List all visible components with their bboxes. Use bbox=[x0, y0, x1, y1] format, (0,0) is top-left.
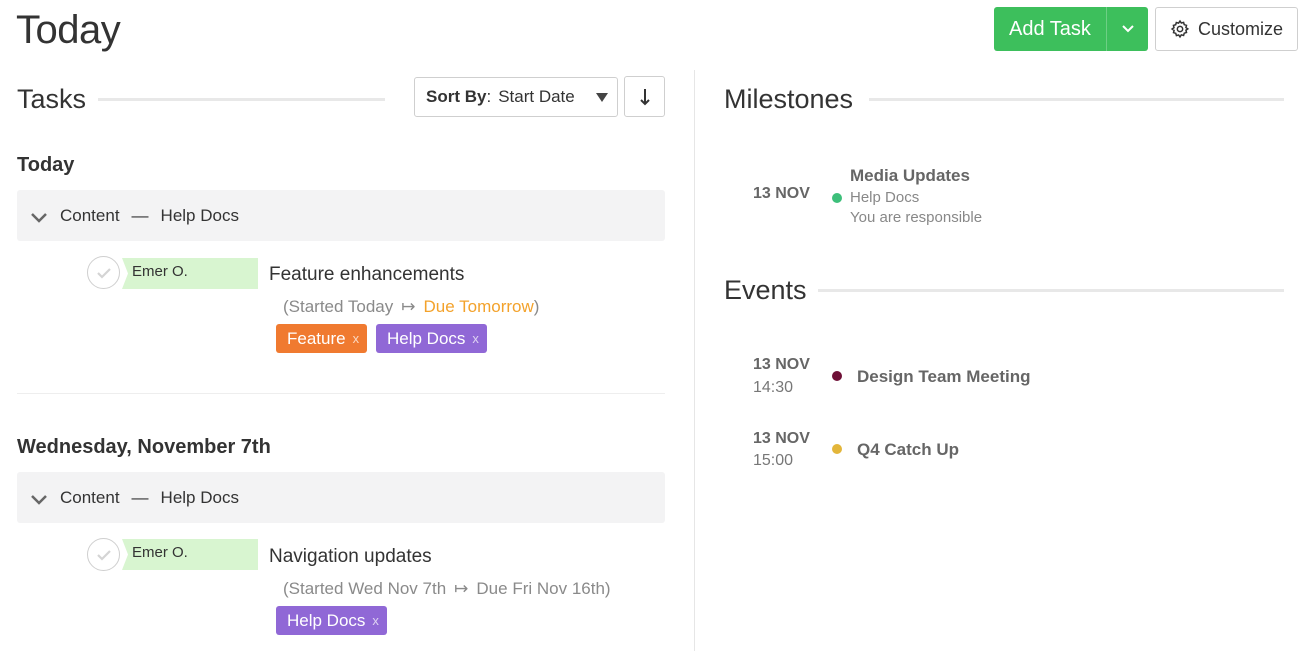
task-dates-close: ) bbox=[533, 297, 540, 316]
task-dates: (Started Wed Nov 7th ↦ Due Fri Nov 16th) bbox=[283, 579, 611, 599]
project-name: Content bbox=[60, 487, 120, 507]
subproject-name: Help Docs bbox=[160, 487, 239, 507]
page-title: Today bbox=[16, 8, 121, 52]
arrow-right-icon: ↦ bbox=[454, 579, 469, 598]
task-name[interactable]: Navigation updates bbox=[269, 546, 432, 568]
task-complete-checkbox[interactable] bbox=[87, 538, 120, 571]
event-color-dot bbox=[832, 444, 842, 454]
milestones-heading: Milestones bbox=[724, 84, 854, 114]
sort-by-select[interactable]: Sort By: Start Date bbox=[414, 77, 618, 117]
task-complete-checkbox[interactable] bbox=[87, 256, 120, 289]
arrow-right-icon: ↦ bbox=[401, 297, 416, 316]
task-start: (Started Today bbox=[283, 297, 394, 316]
sort-by-value: Start Date bbox=[498, 87, 575, 106]
task-name[interactable]: Feature enhancements bbox=[269, 264, 464, 286]
milestone-title[interactable]: Media Updates bbox=[850, 166, 970, 186]
event-time: 15:00 bbox=[753, 452, 794, 469]
events-heading: Events bbox=[724, 275, 807, 305]
assignee-tag[interactable]: Emer O. bbox=[122, 539, 258, 570]
tasks-heading-rule bbox=[98, 98, 385, 101]
dropdown-triangle-icon bbox=[596, 93, 608, 102]
chevron-down-icon bbox=[30, 212, 47, 223]
project-separator: — bbox=[131, 487, 149, 507]
add-task-dropdown[interactable] bbox=[1107, 24, 1148, 34]
tag-label: Feature bbox=[287, 328, 346, 348]
sort-by-label: Sort By bbox=[426, 87, 487, 106]
tag-remove-button[interactable]: x bbox=[372, 613, 379, 628]
task-start: (Started Wed Nov 7th bbox=[283, 579, 447, 598]
group-divider bbox=[17, 393, 665, 394]
tag-label: Help Docs bbox=[287, 610, 366, 630]
add-task-label: Add Task bbox=[1009, 17, 1091, 40]
event-color-dot bbox=[832, 371, 842, 381]
milestone-note: You are responsible bbox=[850, 209, 983, 226]
subproject-name: Help Docs bbox=[160, 205, 239, 225]
assignee-tag[interactable]: Emer O. bbox=[122, 258, 258, 289]
event-date: 13 NOV bbox=[753, 356, 810, 373]
collapse-chevron[interactable] bbox=[17, 208, 60, 224]
collapse-chevron[interactable] bbox=[17, 490, 60, 506]
customize-button[interactable]: Customize bbox=[1155, 7, 1298, 51]
day-heading: Today bbox=[17, 154, 75, 176]
events-heading-rule bbox=[818, 289, 1284, 292]
event-date: 13 NOV bbox=[753, 430, 810, 447]
event-title[interactable]: Design Team Meeting bbox=[857, 367, 1031, 387]
sort-by-colon: : bbox=[486, 87, 492, 106]
sort-direction-button[interactable] bbox=[624, 76, 665, 117]
project-separator: — bbox=[131, 205, 149, 225]
event-title[interactable]: Q4 Catch Up bbox=[857, 440, 959, 460]
event-time: 14:30 bbox=[753, 379, 794, 396]
add-task-button[interactable]: Add Task bbox=[994, 7, 1148, 51]
task-dates-close: ) bbox=[604, 579, 611, 598]
tasks-heading: Tasks bbox=[17, 84, 87, 114]
gear-icon bbox=[1170, 19, 1190, 39]
tag-remove-button[interactable]: x bbox=[472, 331, 479, 346]
task-due: Due Tomorrow bbox=[423, 297, 534, 316]
milestone-status-dot bbox=[832, 193, 842, 203]
chevron-down-icon bbox=[1121, 25, 1134, 33]
chevron-down-icon bbox=[30, 494, 47, 505]
project-group-row: Content — Help Docs bbox=[17, 190, 665, 241]
task-due: Due Fri Nov 16th bbox=[476, 579, 605, 598]
check-icon bbox=[96, 549, 111, 561]
milestone-project: Help Docs bbox=[850, 189, 920, 206]
tag-label: Help Docs bbox=[387, 328, 466, 348]
task-dates: (Started Today ↦ Due Tomorrow) bbox=[283, 297, 539, 317]
panel-divider bbox=[694, 70, 695, 651]
tag-help-docs[interactable]: Help Docs x bbox=[276, 606, 387, 635]
check-icon bbox=[96, 267, 111, 279]
arrow-down-icon bbox=[639, 88, 650, 105]
milestones-heading-rule bbox=[869, 98, 1284, 101]
day-heading: Wednesday, November 7th bbox=[17, 436, 271, 458]
customize-label: Customize bbox=[1198, 18, 1284, 39]
milestone-date: 13 NOV bbox=[753, 185, 810, 202]
tag-remove-button[interactable]: x bbox=[353, 331, 360, 346]
project-name: Content bbox=[60, 205, 120, 225]
project-group-row: Content — Help Docs bbox=[17, 472, 665, 523]
tag-help-docs[interactable]: Help Docs x bbox=[376, 324, 487, 353]
tag-feature[interactable]: Feature x bbox=[276, 324, 368, 353]
